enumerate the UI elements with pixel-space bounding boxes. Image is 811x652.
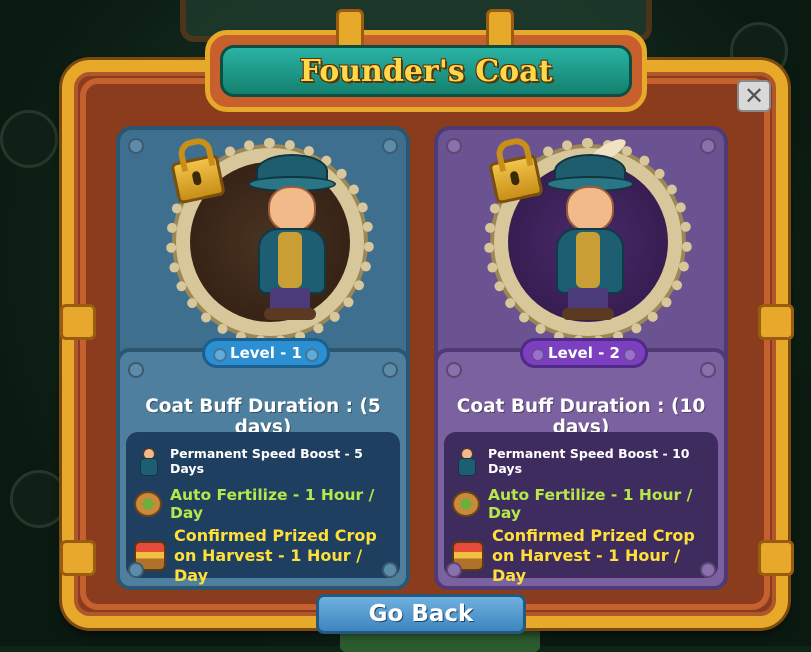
perk-item: Auto Fertilize - 1 Hour / Day [134, 486, 394, 522]
title-banner: Founder's Coat [220, 45, 632, 97]
perk-text: Auto Fertilize - 1 Hour / Day [170, 486, 375, 522]
pipe-joint [60, 304, 96, 340]
perk-text: Permanent Speed Boost - 10 Days [488, 446, 690, 476]
rivet [382, 362, 398, 378]
rivet [446, 138, 462, 154]
pipe-joint [758, 540, 794, 576]
speed-boost-icon [134, 448, 162, 476]
card-info-panel: Level - 1 Coat Buff Duration : (5 days) … [116, 338, 410, 590]
coat-trim [278, 232, 302, 288]
rivet [700, 562, 716, 578]
rivet [382, 562, 398, 578]
coat-level-card-1: Level - 1 Coat Buff Duration : (5 days) … [116, 126, 410, 590]
rivet [382, 138, 398, 154]
face [566, 186, 614, 232]
pipe-joint [60, 540, 96, 576]
fertilizer-icon [134, 491, 162, 517]
face [268, 186, 316, 232]
rivet [446, 562, 462, 578]
founder-avatar-level-2 [546, 134, 634, 320]
perk-text: Permanent Speed Boost - 5 Days [170, 446, 363, 476]
dialog-title: Founder's Coat [299, 53, 553, 89]
rivet [128, 362, 144, 378]
perk-item: Confirmed Prized Crop on Harvest - 1 Hou… [134, 526, 394, 586]
perk-item: Permanent Speed Boost - 10 Days [452, 446, 712, 476]
pipe-joint [758, 304, 794, 340]
go-back-button[interactable]: Go Back [316, 594, 526, 634]
coat-trim [576, 232, 600, 288]
rivet [128, 562, 144, 578]
perk-item: Confirmed Prized Crop on Harvest - 1 Hou… [452, 526, 712, 586]
background-icon [0, 110, 58, 168]
card-info-panel: Level - 2 Coat Buff Duration : (10 days)… [434, 338, 728, 590]
perk-list: Permanent Speed Boost - 5 Days Auto Fert… [126, 432, 400, 585]
perk-item: Permanent Speed Boost - 5 Days [134, 446, 394, 476]
perk-text: Auto Fertilize - 1 Hour / Day [488, 486, 693, 522]
rivet [128, 138, 144, 154]
close-button[interactable]: ✕ [737, 80, 771, 112]
boots [562, 308, 614, 320]
perk-text: Confirmed Prized Crop on Harvest - 1 Hou… [174, 526, 377, 585]
speed-boost-icon [452, 448, 480, 476]
perk-item: Auto Fertilize - 1 Hour / Day [452, 486, 712, 522]
perk-text: Confirmed Prized Crop on Harvest - 1 Hou… [492, 526, 695, 585]
close-icon: ✕ [743, 82, 765, 110]
level-badge: Level - 1 [202, 338, 330, 368]
fertilizer-icon [452, 491, 480, 517]
title-plaque: Founder's Coat [205, 9, 647, 112]
coat-level-card-2: Level - 2 Coat Buff Duration : (10 days)… [434, 126, 728, 590]
rivet [700, 138, 716, 154]
rivet [700, 362, 716, 378]
founder-avatar-level-1 [248, 148, 336, 320]
boots [264, 308, 316, 320]
rivet [446, 362, 462, 378]
background-icon [10, 470, 68, 528]
level-badge: Level - 2 [520, 338, 648, 368]
perk-list: Permanent Speed Boost - 10 Days Auto Fer… [444, 432, 718, 585]
